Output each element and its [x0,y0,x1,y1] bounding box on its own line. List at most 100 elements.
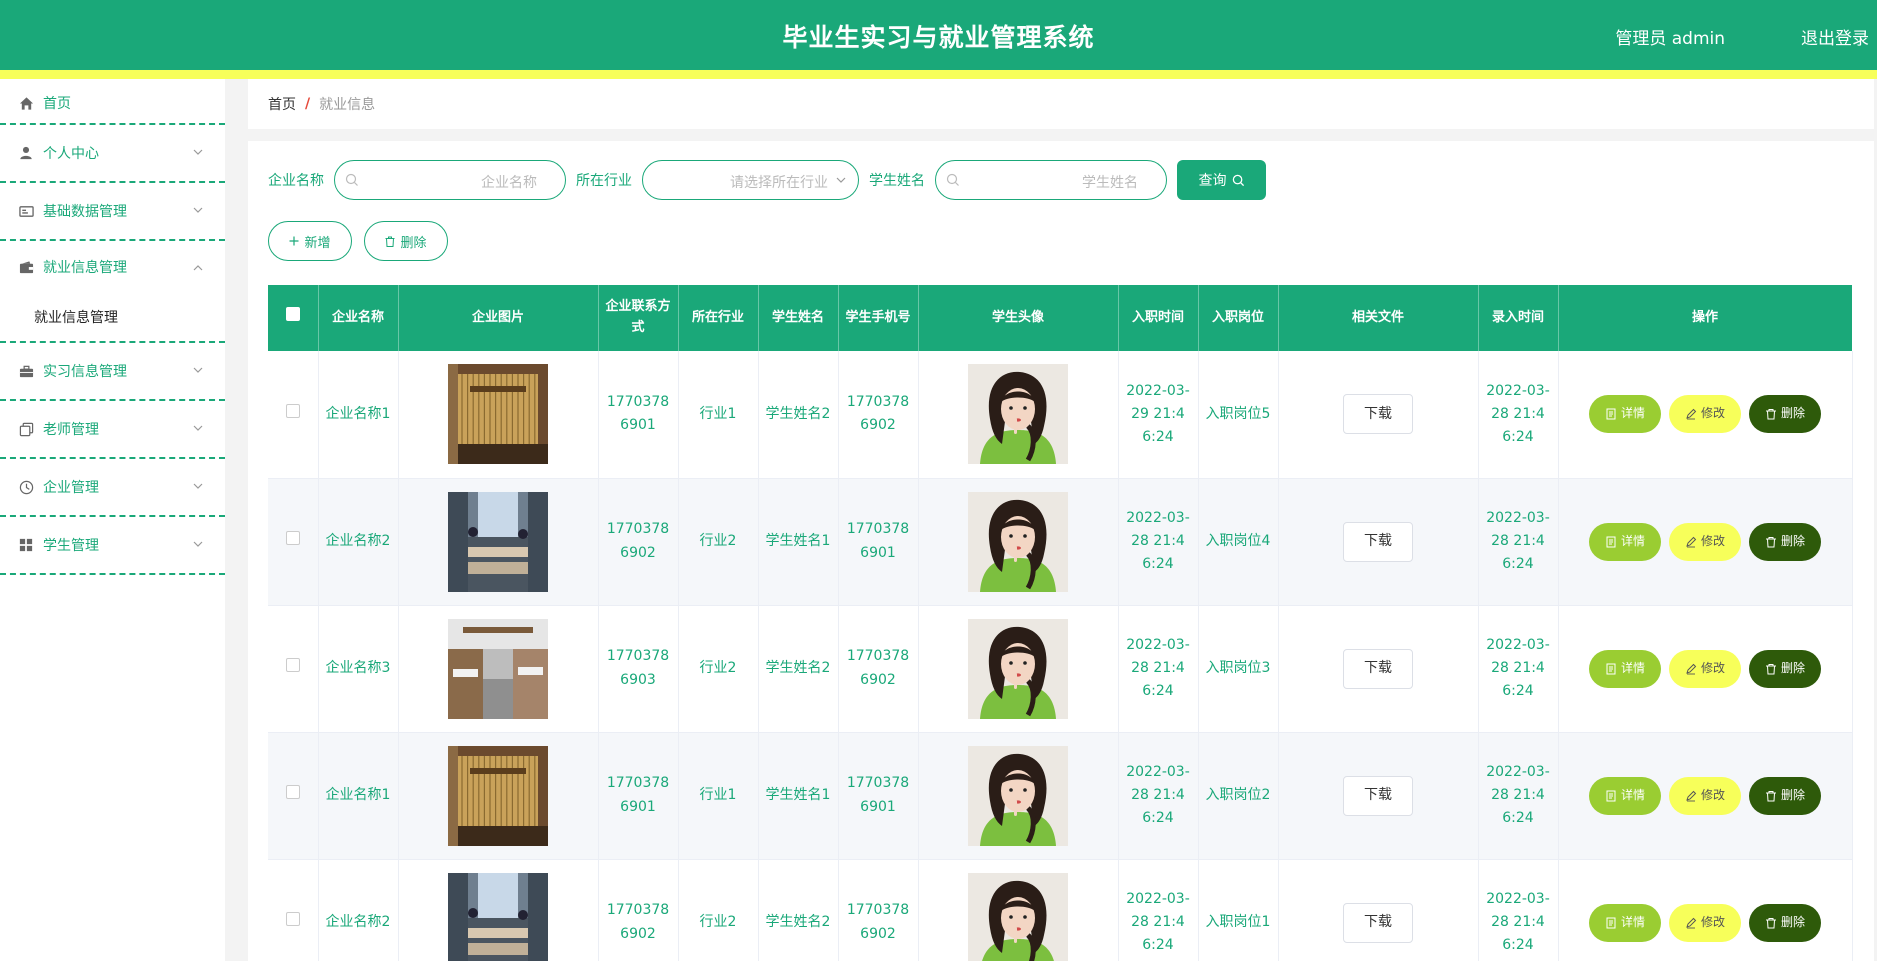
join-time-cell: 2022-03-29 21:46:24 [1118,351,1199,479]
trash-icon [1765,409,1776,420]
industry-select[interactable]: 请选择所在行业 [642,160,859,200]
row-checkbox[interactable] [285,657,300,672]
position-cell: 入职岗位1 [1198,859,1279,961]
student-search-input[interactable]: 学生姓名 [935,160,1167,200]
student-avatar-cell [918,859,1119,961]
student-phone-cell: 17703786902 [838,859,919,961]
delete-button[interactable]: 删除 [1749,649,1821,688]
company-search-input[interactable]: 企业名称 [334,160,566,200]
entry-time-cell: 2022-03-28 21:46:24 [1478,859,1559,961]
row-checkbox[interactable] [285,403,300,418]
delete-button[interactable]: 删除 [1749,776,1821,815]
sidebar-item-company[interactable]: 企业管理 [0,459,225,517]
edit-button[interactable]: 修改 [1669,903,1741,942]
table-row: 企业名称2 17703786902 行业2 学生姓名2 17703786902 2022-… [268,859,1853,961]
student-search-placeholder: 学生姓名 [1082,175,1138,191]
student-phone-cell: 17703786901 [838,732,919,860]
logout-link[interactable]: 退出登录 [1801,24,1869,49]
delete-button[interactable]: 删除 [1749,522,1821,561]
sidebar-item-teacher[interactable]: 老师管理 [0,401,225,459]
row-select-cell [268,732,319,860]
detail-button[interactable]: 详情 [1589,649,1661,688]
detail-button[interactable]: 详情 [1589,522,1661,561]
company-image-cell [398,605,599,733]
company-photo-office [448,491,548,592]
edit-button[interactable]: 修改 [1669,649,1741,688]
breadcrumb-separator: / [305,96,311,112]
app-title: 毕业生实习与就业管理系统 [782,23,1095,52]
entry-time-cell: 2022-03-28 21:46:24 [1478,351,1559,479]
sidebar-item-label: 企业管理 [43,480,99,496]
student-avatar [968,872,1068,961]
document-icon [1606,663,1616,674]
industry-cell: 行业2 [678,478,759,606]
delete-button[interactable]: 删除 [1749,903,1821,942]
detail-button[interactable]: 详情 [1589,903,1661,942]
row-checkbox[interactable] [285,784,300,799]
chevron-down-icon [193,483,203,489]
delete-button[interactable]: 删除 [1749,395,1821,434]
breadcrumb-home[interactable]: 首页 [268,94,296,114]
join-time-cell: 2022-03-28 21:46:24 [1118,859,1199,961]
chevron-up-icon [193,265,203,271]
row-checkbox[interactable] [285,911,300,926]
sidebar-subitem-employment-manage[interactable]: 就业信息管理 [0,293,225,343]
copy-icon [18,421,34,437]
sidebar-item-home[interactable]: 首页 [0,79,225,125]
row-select-cell [268,859,319,961]
column-header: 操作 [1558,285,1853,351]
sidebar-item-personal-center[interactable]: 个人中心 [0,125,225,183]
download-button[interactable]: 下载 [1343,394,1413,435]
company-image-cell [398,732,599,860]
detail-button-label: 详情 [1620,660,1645,675]
delete-button-label: 删除 [1780,533,1805,548]
student-avatar-cell [918,605,1119,733]
breadcrumb-current: 就业信息 [319,97,376,113]
sidebar-item-student[interactable]: 学生管理 [0,517,225,575]
position-cell: 入职岗位3 [1198,605,1279,733]
sidebar-item-label: 老师管理 [43,422,99,438]
detail-button[interactable]: 详情 [1589,776,1661,815]
edit-button-label: 修改 [1700,406,1725,421]
document-icon [1606,536,1616,547]
query-button[interactable]: 查询 [1177,160,1266,200]
download-button[interactable]: 下载 [1343,902,1413,943]
detail-button[interactable]: 详情 [1589,395,1661,434]
company-name-cell: 企业名称3 [318,605,399,733]
download-button[interactable]: 下载 [1343,648,1413,689]
edit-button[interactable]: 修改 [1669,776,1741,815]
batch-delete-button[interactable]: 删除 [364,221,448,261]
wallet-icon [18,259,34,275]
company-phone-cell: 17703786901 [598,732,679,860]
download-button[interactable]: 下载 [1343,521,1413,562]
join-time-cell: 2022-03-28 21:46:24 [1118,605,1199,733]
file-cell: 下载 [1278,605,1479,733]
clock-icon [18,479,34,495]
company-image-cell [398,859,599,961]
edit-button[interactable]: 修改 [1669,395,1741,434]
row-checkbox[interactable] [285,530,300,545]
add-button[interactable]: 新增 [268,221,352,261]
add-button-label: 新增 [304,235,331,251]
student-phone-cell: 17703786902 [838,605,919,733]
industry-cell: 行业2 [678,859,759,961]
industry-cell: 行业2 [678,605,759,733]
student-avatar [968,618,1068,719]
sidebar-item-basic-data[interactable]: 基础数据管理 [0,183,225,241]
sidebar-item-internship[interactable]: 实习信息管理 [0,343,225,401]
download-button[interactable]: 下载 [1343,775,1413,816]
table-body: 企业名称1 17703786901 行业1 学生姓名2 17703786902 2022-… [268,351,1853,961]
edit-button[interactable]: 修改 [1669,522,1741,561]
sidebar-item-label: 基础数据管理 [43,204,127,220]
table-row: 企业名称1 17703786901 行业1 学生姓名1 17703786901 2022-… [268,732,1853,860]
company-photo-workspace [448,618,548,719]
edit-button-label: 修改 [1700,533,1725,548]
student-avatar-cell [918,478,1119,606]
sidebar-item-employment[interactable]: 就业信息管理 [0,241,225,293]
industry-select-placeholder: 请选择所在行业 [730,175,828,191]
search-icon [946,173,959,186]
main-content: 企业名称 企业名称 所在行业 请选择所在行业 学生姓名 学生姓名 查询 新增 删… [248,141,1874,961]
batch-delete-label: 删除 [400,235,427,251]
select-all-checkbox[interactable] [285,307,300,322]
trash-icon [1765,536,1776,547]
